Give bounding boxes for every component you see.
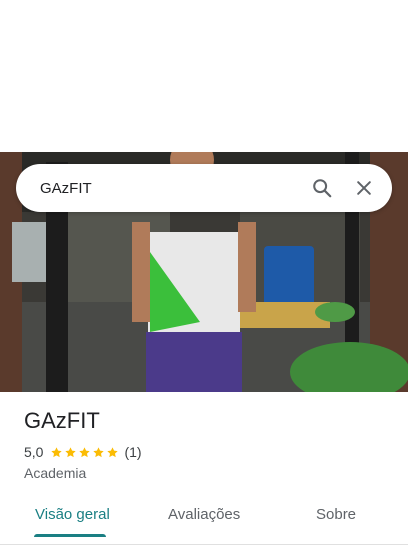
search-icon[interactable]	[304, 170, 340, 206]
review-count[interactable]: (1)	[124, 444, 141, 460]
search-bar[interactable]: GAzFIT	[16, 164, 392, 212]
search-input[interactable]: GAzFIT	[40, 180, 304, 197]
active-tab-indicator	[34, 534, 106, 537]
star-icon	[107, 446, 119, 457]
star-icon	[93, 446, 105, 457]
tab-bar: Visão geral Avaliações Sobre	[0, 496, 408, 545]
star-icon	[65, 446, 77, 457]
tab-reviews[interactable]: Avaliações	[168, 506, 240, 523]
place-title: GAzFIT	[24, 408, 100, 433]
tab-about[interactable]: Sobre	[316, 506, 356, 523]
star-icon	[51, 446, 63, 457]
place-category[interactable]: Academia	[24, 465, 86, 481]
rating-value: 5,0	[24, 444, 44, 460]
star-icon	[79, 446, 91, 457]
close-icon[interactable]	[346, 170, 382, 206]
tab-overview[interactable]: Visão geral	[35, 506, 110, 523]
star-rating	[50, 446, 120, 459]
rating-row[interactable]: 5,0 (1)	[24, 444, 142, 460]
